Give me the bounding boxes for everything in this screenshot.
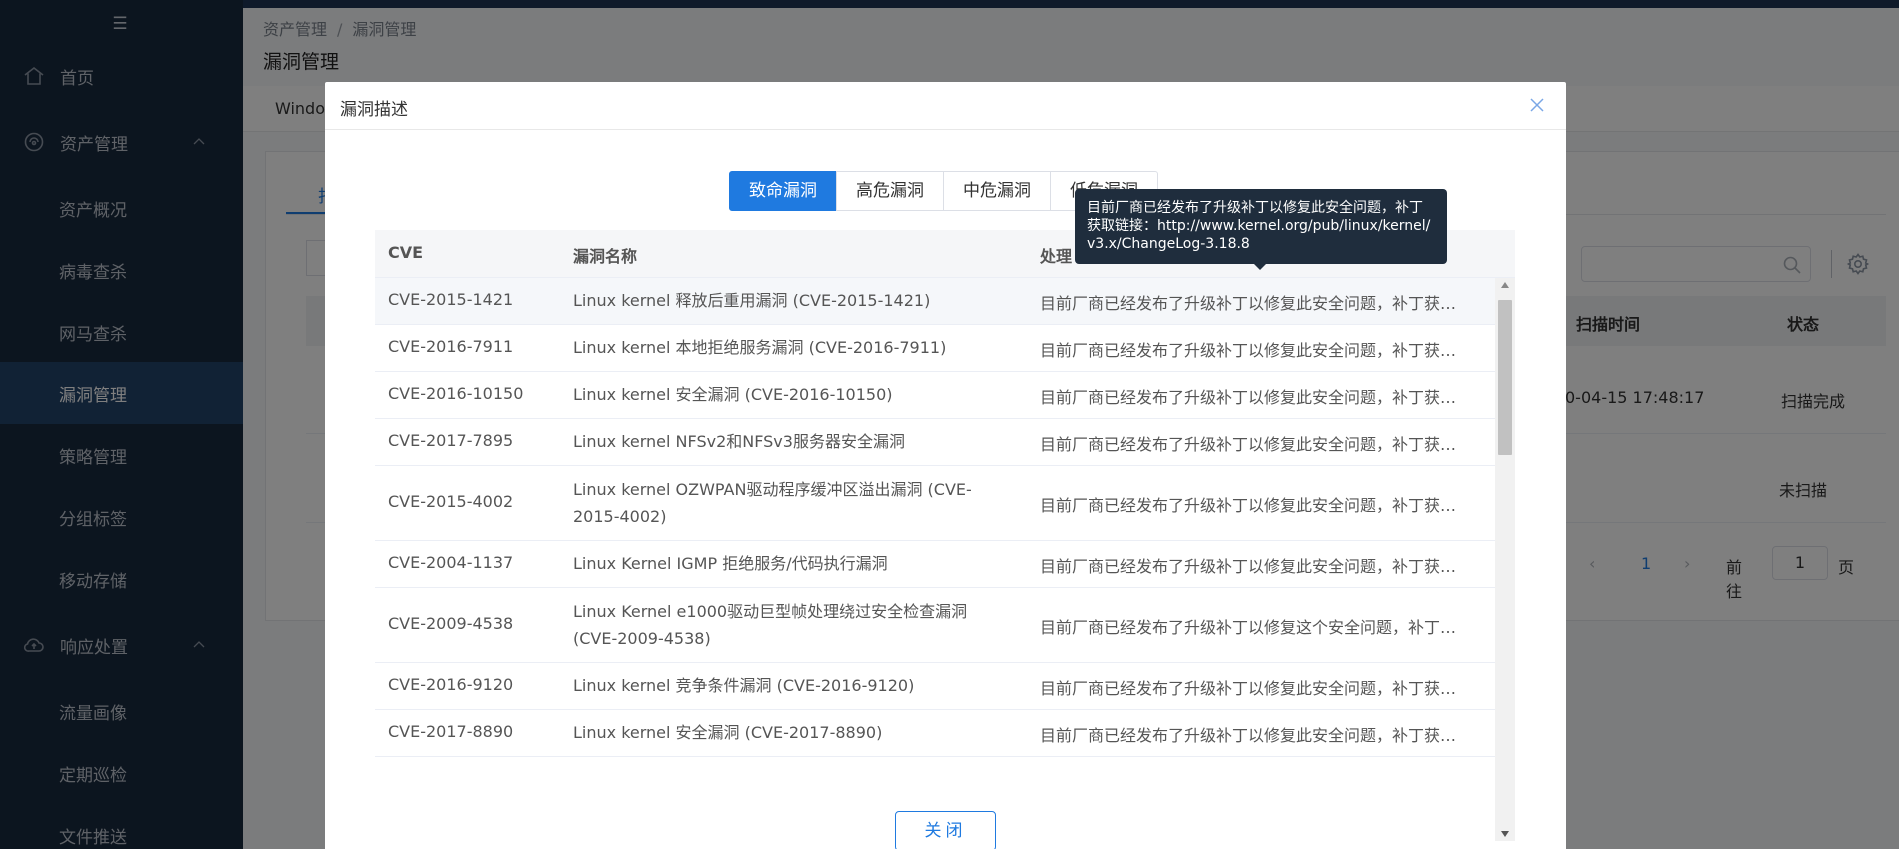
fix-text[interactable]: 目前厂商已经发布了升级补丁以修复这个安全问题，补丁获取链接 [1040,614,1470,638]
table-row[interactable]: CVE-2017-8890 Linux kernel 安全漏洞 (CVE-201… [375,710,1495,757]
scroll-up-icon[interactable] [1501,282,1509,288]
fix-text[interactable]: 目前厂商已经发布了升级补丁以修复此安全问题，补丁获取链接 [1040,337,1470,361]
fix-text[interactable]: 目前厂商已经发布了升级补丁以修复此安全问题，补丁获取链接 [1040,492,1470,516]
table-row[interactable]: CVE-2016-7911 Linux kernel 本地拒绝服务漏洞 (CVE… [375,325,1495,372]
tab-critical[interactable]: 致命漏洞 [729,171,837,211]
tab-high[interactable]: 高危漏洞 [836,171,944,211]
table-row[interactable]: CVE-2015-4002 Linux kernel OZWPAN驱动程序缓冲区… [375,466,1495,541]
vuln-name: Linux kernel 安全漏洞 (CVE-2017-8890) [573,723,883,742]
table-body[interactable]: CVE-2015-1421 Linux kernel 释放后重用漏洞 (CVE-… [375,278,1495,841]
vuln-name: Linux Kernel e1000驱动巨型帧处理绕过安全检查漏洞 (CVE-2… [573,602,968,648]
cve-id: CVE-2004-1137 [388,553,514,572]
fix-tooltip: 目前厂商已经发布了升级补丁以修复此安全问题，补丁获取链接：http://www.… [1075,189,1447,270]
table-row[interactable]: CVE-2015-1421 Linux kernel 释放后重用漏洞 (CVE-… [375,278,1495,325]
table-row[interactable]: CVE-2016-10150 Linux kernel 安全漏洞 (CVE-20… [375,372,1495,419]
column-name: 漏洞名称 [573,247,638,266]
vuln-name: Linux kernel 释放后重用漏洞 (CVE-2015-1421) [573,291,931,310]
close-icon[interactable] [1526,94,1548,116]
fix-text[interactable]: 目前厂商已经发布了升级补丁以修复此安全问题，补丁获取链接 [1040,384,1470,408]
vuln-name: Linux kernel OZWPAN驱动程序缓冲区溢出漏洞 (CVE-2015… [573,480,972,526]
vertical-scrollbar[interactable] [1495,278,1515,841]
tooltip-arrow [1254,264,1266,270]
cve-id: CVE-2017-7895 [388,431,514,450]
scroll-thumb[interactable] [1498,300,1512,455]
cve-id: CVE-2015-1421 [388,290,514,309]
cve-id: CVE-2016-10150 [388,384,524,403]
cve-id: CVE-2016-7911 [388,337,514,356]
vuln-name: Linux kernel NFSv2和NFSv3服务器安全漏洞 [573,432,905,451]
fix-text[interactable]: 目前厂商已经发布了升级补丁以修复此安全问题，补丁获取链接 [1040,675,1470,699]
fix-text[interactable]: 目前厂商已经发布了升级补丁以修复此安全问题，补丁获取链接 [1040,722,1470,746]
vuln-name: Linux kernel 本地拒绝服务漏洞 (CVE-2016-7911) [573,338,947,357]
column-fix: 处理 [1040,247,1073,266]
table-row[interactable]: CVE-2004-1137 Linux Kernel IGMP 拒绝服务/代码执… [375,541,1495,588]
fix-text[interactable]: 目前厂商已经发布了升级补丁以修复此安全问题，补丁获取链接 [1040,431,1470,455]
vuln-name: Linux kernel 安全漏洞 (CVE-2016-10150) [573,385,893,404]
column-cve: CVE [388,243,424,262]
close-button[interactable]: 关闭 [895,811,996,849]
table-row[interactable]: CVE-2017-7895 Linux kernel NFSv2和NFSv3服务… [375,419,1495,466]
table-row[interactable]: CVE-2009-4538 Linux Kernel e1000驱动巨型帧处理绕… [375,588,1495,663]
fix-text[interactable]: 目前厂商已经发布了升级补丁以修复此安全问题，补丁获取链接：http://www.… [1040,290,1470,314]
cve-id: CVE-2016-9120 [388,675,514,694]
cve-id: CVE-2009-4538 [388,614,514,633]
cve-id: CVE-2017-8890 [388,722,514,741]
vuln-name: Linux Kernel IGMP 拒绝服务/代码执行漏洞 [573,554,888,573]
vuln-name: Linux kernel 竞争条件漏洞 (CVE-2016-9120) [573,676,915,695]
vulnerability-table: CVE 漏洞名称 处理 CVE-2015-1421 Linux kernel 释… [375,230,1515,842]
tab-medium[interactable]: 中危漏洞 [943,171,1051,211]
fix-text[interactable]: 目前厂商已经发布了升级补丁以修复此安全问题，补丁获取链接 [1040,553,1470,577]
dialog-header: 漏洞描述 [325,82,1566,130]
dialog-title: 漏洞描述 [340,100,408,120]
cve-id: CVE-2015-4002 [388,492,514,511]
scroll-down-icon[interactable] [1501,831,1509,837]
tooltip-text: 目前厂商已经发布了升级补丁以修复此安全问题，补丁获取链接：http://www.… [1087,200,1431,252]
table-row[interactable]: CVE-2016-9120 Linux kernel 竞争条件漏洞 (CVE-2… [375,663,1495,710]
